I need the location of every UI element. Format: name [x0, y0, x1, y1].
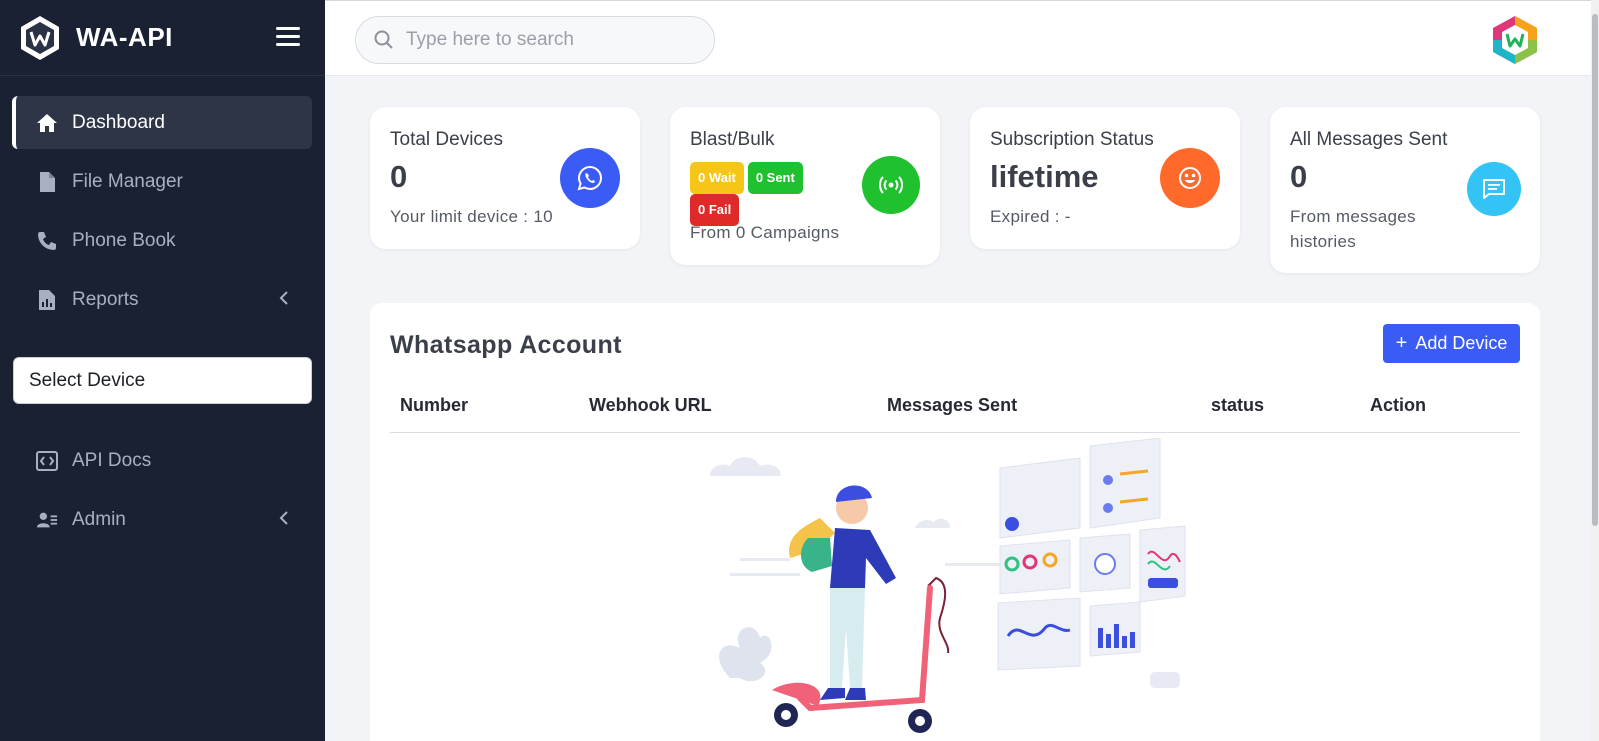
sidebar-item-label: Reports [72, 288, 139, 310]
menu-toggle-icon[interactable] [276, 27, 300, 47]
panel-title: Whatsapp Account [390, 331, 622, 359]
blast-status-badges: 0 Wait 0 Sent 0 Fail [690, 162, 840, 226]
top-header [325, 0, 1591, 76]
sidebar-item-label: Dashboard [72, 111, 165, 133]
empty-state-illustration [710, 438, 1186, 733]
chevron-left-icon [279, 291, 288, 305]
column-webhook-url[interactable]: Webhook URL [589, 395, 712, 416]
card-title: Total Devices [390, 129, 503, 150]
brand-name: WA-API [76, 22, 173, 52]
sidebar-item-dashboard[interactable]: Dashboard [12, 96, 312, 149]
search-box[interactable] [355, 16, 715, 64]
card-title: All Messages Sent [1290, 129, 1448, 150]
column-number[interactable]: Number [400, 395, 468, 416]
card-subtext: Your limit device : 10 [390, 207, 553, 226]
sidebar: WA-API Dashboard File Manager Phone Book [0, 0, 325, 741]
card-subtext-line1: From messages [1290, 207, 1416, 226]
sidebar-item-file-manager[interactable]: File Manager [12, 155, 312, 208]
brand-logo-icon [21, 15, 59, 60]
sidebar-item-admin[interactable]: Admin [12, 493, 312, 546]
subscription-status-card: Subscription Status lifetime Expired : - [970, 107, 1240, 249]
search-icon [374, 30, 393, 49]
phone-icon [36, 230, 58, 252]
add-device-button[interactable]: + Add Device [1383, 324, 1520, 363]
home-icon [36, 112, 58, 134]
sidebar-nav-secondary: API Docs Admin [12, 434, 312, 552]
sidebar-item-phone-book[interactable]: Phone Book [12, 214, 312, 267]
smile-icon [1160, 148, 1220, 208]
device-select[interactable]: Select Device [13, 357, 312, 404]
card-title: Subscription Status [990, 129, 1154, 150]
search-input[interactable] [406, 29, 696, 51]
add-device-label: Add Device [1415, 333, 1508, 353]
sidebar-item-api-docs[interactable]: API Docs [12, 434, 312, 487]
code-icon [36, 450, 58, 472]
wait-badge: 0 Wait [690, 162, 744, 194]
card-value: 0 [390, 159, 408, 194]
page-scrollbar[interactable] [1591, 0, 1599, 741]
plus-icon: + [1395, 332, 1408, 354]
card-title: Blast/Bulk [690, 129, 775, 150]
column-status[interactable]: status [1211, 395, 1264, 416]
sidebar-item-label: Admin [72, 508, 126, 530]
whatsapp-icon [560, 148, 620, 208]
column-messages-sent[interactable]: Messages Sent [887, 395, 1017, 416]
card-subtext-line2: histories [1290, 232, 1357, 251]
sent-badge: 0 Sent [747, 162, 803, 194]
whatsapp-account-panel: Whatsapp Account + Add Device Number Web… [370, 303, 1540, 741]
sidebar-item-label: File Manager [72, 170, 183, 192]
sidebar-nav: Dashboard File Manager Phone Book Report… [12, 96, 312, 332]
chart-icon [36, 289, 58, 311]
file-icon [36, 171, 58, 193]
user-list-icon [36, 509, 58, 531]
sidebar-item-label: Phone Book [72, 229, 176, 251]
total-devices-card: Total Devices 0 Your limit device : 10 [370, 107, 640, 249]
broadcast-icon [862, 156, 920, 214]
sidebar-item-reports[interactable]: Reports [12, 273, 312, 326]
user-avatar-icon[interactable] [1491, 15, 1539, 65]
chat-icon [1467, 162, 1521, 216]
blast-bulk-card: Blast/Bulk 0 Wait 0 Sent 0 Fail From 0 Ca… [670, 107, 940, 265]
table-header: Number Webhook URL Messages Sent status … [390, 385, 1520, 433]
scrollbar-thumb[interactable] [1592, 14, 1598, 526]
all-messages-card: All Messages Sent 0 From messages histor… [1270, 107, 1540, 273]
card-subtext: Expired : - [990, 207, 1071, 226]
card-subtext: From 0 Campaigns [690, 223, 840, 242]
sidebar-item-label: API Docs [72, 449, 152, 471]
column-action[interactable]: Action [1370, 395, 1426, 416]
chevron-left-icon [279, 511, 288, 525]
card-value: 0 [1290, 159, 1308, 194]
card-value: lifetime [990, 159, 1099, 194]
